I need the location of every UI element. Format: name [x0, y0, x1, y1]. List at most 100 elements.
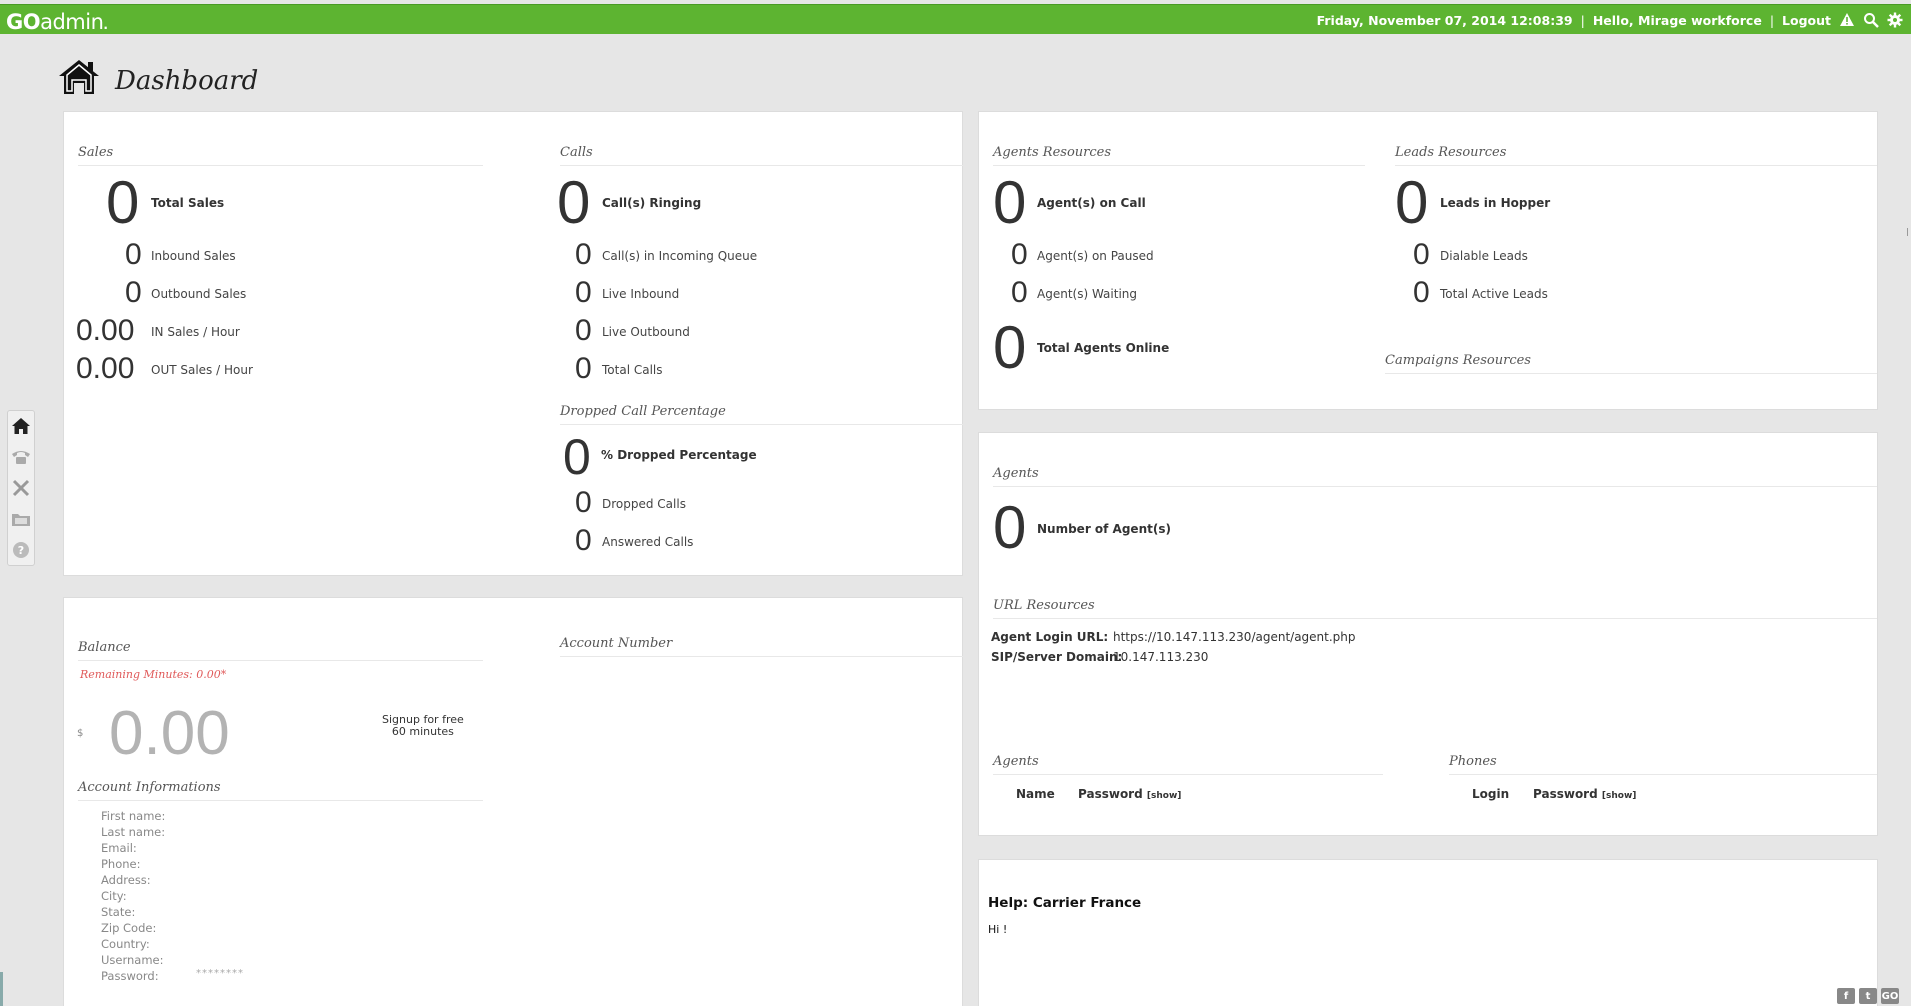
phone-icon[interactable] [10, 446, 32, 468]
left-edge-strip [0, 972, 3, 1006]
inbound-sales-value: 0 [125, 238, 142, 271]
total-sales-value: 0 [106, 169, 140, 236]
address-label: Address: [101, 873, 151, 887]
calls-ringing-value: 0 [557, 169, 591, 236]
agent-count-value: 0 [993, 494, 1027, 561]
incoming-queue-value: 0 [575, 238, 592, 271]
sip-domain-value: 10.147.113.230 [1113, 650, 1209, 664]
outbound-sales-label: Outbound Sales [151, 287, 247, 301]
agent-login-url-key: Agent Login URL: [991, 630, 1109, 644]
phones-show-password-link[interactable]: [show] [1602, 791, 1637, 801]
dropped-percentage-value: 0 [563, 429, 591, 485]
search-icon[interactable] [1863, 12, 1879, 28]
active-leads-value: 0 [1413, 276, 1430, 309]
datetime-text: Friday, November 07, 2014 12:08:39 [1316, 12, 1573, 28]
social-icons: f t GO [1837, 988, 1899, 1004]
agents-show-password-link[interactable]: [show] [1147, 791, 1182, 801]
leads-hopper-label: Leads in Hopper [1440, 196, 1551, 210]
agents-online-value: 0 [993, 314, 1027, 381]
balance-amount: 0.00 [109, 699, 230, 768]
page-title-text: Dashboard [115, 65, 259, 96]
in-sales-hour-label: IN Sales / Hour [151, 325, 240, 339]
agents-resources-title: Agents Resources [993, 145, 1365, 166]
help-panel: Help: Carrier France Hi ! [978, 859, 1878, 1006]
dropped-calls-label: Dropped Calls [602, 497, 686, 511]
live-inbound-value: 0 [575, 276, 592, 309]
first-name-label: First name: [101, 809, 166, 823]
top-bar: GOadmin. Friday, November 07, 2014 12:08… [0, 4, 1911, 34]
agents-panel: Agents 0 Number of Agent(s) URL Resource… [978, 432, 1878, 836]
calls-section-title: Calls [560, 145, 963, 166]
sip-domain-key: SIP/Server Domain: [991, 650, 1123, 664]
incoming-queue-label: Call(s) in Incoming Queue [602, 249, 758, 263]
sales-calls-panel: Sales 0 Total Sales 0 Inbound Sales 0 Ou… [63, 111, 963, 576]
agent-login-url-value[interactable]: https://10.147.113.230/agent/agent.php [1113, 630, 1356, 644]
agents-waiting-label: Agent(s) Waiting [1037, 287, 1137, 301]
tools-icon[interactable] [10, 477, 32, 499]
remaining-minutes-text: Remaining Minutes: 0.00* [80, 668, 227, 681]
outbound-sales-value: 0 [125, 276, 142, 309]
svg-text:?: ? [18, 544, 24, 557]
campaigns-resources-title: Campaigns Resources [1385, 353, 1877, 374]
gear-icon[interactable] [1887, 12, 1903, 28]
help-icon[interactable]: ? [10, 539, 32, 561]
agent-count-label: Number of Agent(s) [1037, 522, 1171, 536]
answered-calls-label: Answered Calls [602, 535, 694, 549]
home-icon[interactable] [10, 415, 32, 437]
greeting-text: Hello, Mirage workforce [1592, 12, 1762, 28]
leads-resources-title: Leads Resources [1395, 145, 1877, 166]
dropped-section-title: Dropped Call Percentage [560, 404, 963, 425]
goadmin-logo[interactable]: GOadmin. [6, 10, 108, 34]
account-info-title: Account Informations [78, 780, 483, 801]
password-mask: ******** [196, 968, 244, 979]
home-icon [57, 58, 101, 103]
out-sales-hour-value: 0.00 [76, 352, 135, 385]
facebook-icon[interactable]: f [1837, 988, 1855, 1004]
agents-online-label: Total Agents Online [1037, 341, 1170, 355]
country-label: Country: [101, 937, 150, 951]
total-calls-label: Total Calls [602, 363, 663, 377]
signup-free-link[interactable]: Signup for free 60 minutes [382, 714, 464, 738]
twitter-icon[interactable]: t [1859, 988, 1877, 1004]
agents-col-password: Password [show] [1078, 787, 1182, 801]
scrollbar-marker[interactable] [1907, 228, 1911, 236]
goautodial-icon[interactable]: GO [1881, 988, 1899, 1004]
agents-on-call-value: 0 [993, 169, 1027, 236]
zip-code-label: Zip Code: [101, 921, 157, 935]
phones-table-title: Phones [1449, 754, 1877, 775]
agents-table-title: Agents [993, 754, 1383, 775]
agents-paused-value: 0 [1011, 238, 1028, 271]
dialable-leads-value: 0 [1413, 238, 1430, 271]
dropped-calls-value: 0 [575, 486, 592, 519]
resources-panel: Agents Resources 0 Agent(s) on Call 0 Ag… [978, 111, 1878, 410]
phone-label: Phone: [101, 857, 141, 871]
page-title: Dashboard [57, 58, 258, 103]
password-label: Password: [101, 969, 159, 983]
total-sales-label: Total Sales [151, 196, 225, 210]
balance-panel: Balance Remaining Minutes: 0.00* $ 0.00 … [63, 597, 963, 1006]
currency-symbol: $ [77, 728, 84, 739]
agents-on-call-label: Agent(s) on Call [1037, 196, 1146, 210]
warning-icon[interactable] [1839, 12, 1855, 28]
balance-title: Balance [78, 640, 483, 661]
answered-calls-value: 0 [575, 524, 592, 557]
dropped-percentage-label: % Dropped Percentage [601, 448, 757, 462]
agents-title: Agents [993, 466, 1877, 487]
inbound-sales-label: Inbound Sales [151, 249, 236, 263]
agents-waiting-value: 0 [1011, 276, 1028, 309]
live-outbound-value: 0 [575, 314, 592, 347]
live-inbound-label: Live Inbound [602, 287, 680, 301]
active-leads-label: Total Active Leads [1440, 287, 1548, 301]
agents-paused-label: Agent(s) on Paused [1037, 249, 1154, 263]
leads-hopper-value: 0 [1395, 169, 1429, 236]
top-bar-right: Friday, November 07, 2014 12:08:39 | Hel… [1317, 12, 1903, 28]
email-label: Email: [101, 841, 137, 855]
logout-link[interactable]: Logout [1782, 13, 1831, 28]
phones-col-password: Password [show] [1533, 787, 1637, 801]
phones-col-login: Login [1472, 787, 1510, 801]
city-label: City: [101, 889, 127, 903]
last-name-label: Last name: [101, 825, 166, 839]
folder-icon[interactable] [10, 508, 32, 530]
live-outbound-label: Live Outbound [602, 325, 690, 339]
help-text: Hi ! [988, 923, 1008, 936]
